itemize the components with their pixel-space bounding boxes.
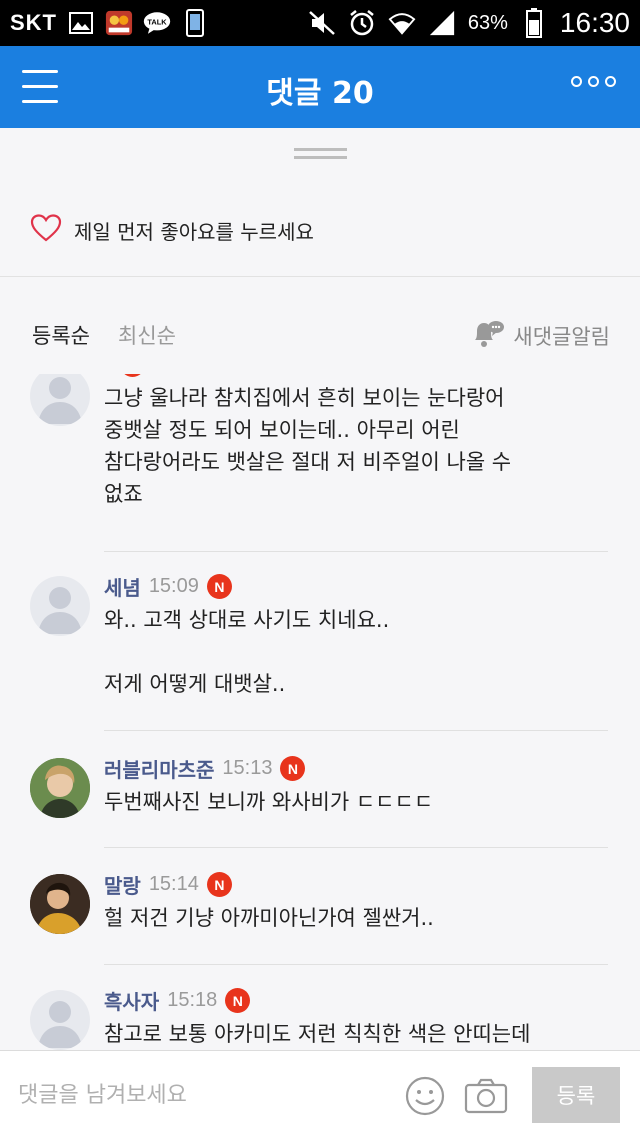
avatar[interactable]: [30, 874, 90, 934]
comment-meta: 세념 15:09 N: [104, 572, 232, 601]
clock: 16:30: [559, 7, 630, 38]
comment-time: 15:09: [148, 575, 199, 597]
heart-icon: [30, 214, 62, 246]
bell-chat-icon: [471, 318, 505, 353]
new-badge: N: [120, 374, 145, 377]
mute-icon: [308, 9, 336, 37]
divider: [0, 276, 640, 277]
svg-text:TALK: TALK: [147, 18, 167, 27]
emoji-icon[interactable]: [404, 1075, 446, 1121]
carrier-label: SKT: [10, 10, 57, 35]
comment-body: 참고로 보통 아카미도 저런 칙칙한 색은 안띠는데: [104, 1022, 531, 1046]
new-badge: N: [280, 756, 306, 781]
comment-author[interactable]: 세념: [104, 572, 141, 601]
comment-item[interactable]: 말랑 15:14 N 헐 저건 기냥 아까미아닌가여 젤싼거..: [0, 866, 640, 956]
comment-author[interactable]: 말랑: [104, 870, 141, 899]
wifi-icon: [388, 9, 416, 37]
sort-bar: 등록순 최신순 새댓글알림: [0, 310, 640, 360]
new-badge: N: [206, 872, 232, 897]
submit-button[interactable]: 등록: [532, 1067, 620, 1123]
battery-icon: [520, 8, 548, 38]
new-comment-alert-toggle[interactable]: 새댓글알림: [471, 318, 610, 353]
comment-item[interactable]: N 그냥 울나라 참치집에서 흔히 보이는 눈다랑어 중뱃살 정도 되어 보이는…: [0, 374, 640, 536]
comment-meta: 러블리마츠준 15:13 N: [104, 754, 306, 783]
comment-time: 15:14: [148, 873, 199, 895]
divider: [104, 847, 608, 848]
more-options-button[interactable]: [571, 76, 616, 87]
divider: [104, 964, 608, 965]
comment-author[interactable]: 러블리마츠준: [104, 754, 214, 783]
comment-meta: 말랑 15:14 N: [104, 870, 232, 899]
battery-percent: 63%: [467, 11, 508, 34]
status-bar: SKT TALK 63% 16:30: [0, 0, 640, 46]
sort-registered-tab[interactable]: 등록순: [32, 320, 90, 350]
image-icon: [67, 9, 95, 37]
more-dot-icon: [571, 76, 582, 87]
signal-icon: [428, 9, 456, 37]
drag-handle[interactable]: [294, 148, 347, 164]
camera-icon[interactable]: [464, 1077, 508, 1119]
comment-item[interactable]: 흑사자 15:18 N 참고로 보통 아카미도 저런 칙칙한 색은 안띠는데: [0, 982, 640, 1050]
page-title: 댓글 20: [266, 76, 374, 111]
comment-meta: 흑사자 15:18 N: [104, 986, 251, 1015]
avatar[interactable]: [30, 576, 90, 636]
comment-body: 헐 저건 기냥 아까미아닌가여 젤싼거..: [104, 906, 434, 930]
comment-time: 15:18: [167, 989, 218, 1011]
divider: [104, 551, 608, 552]
comment-meta: N: [104, 374, 145, 377]
comment-list: N 그냥 울나라 참치집에서 흔히 보이는 눈다랑어 중뱃살 정도 되어 보이는…: [0, 374, 640, 1050]
comment-body: 그냥 울나라 참치집에서 흔히 보이는 눈다랑어 중뱃살 정도 되어 보이는데.…: [104, 386, 512, 506]
comment-item[interactable]: 러블리마츠준 15:13 N 두번째사진 보니까 와사비가 ㄷㄷㄷㄷ: [0, 750, 640, 840]
new-comment-alert-label: 새댓글알림: [513, 324, 610, 349]
avatar[interactable]: [30, 374, 90, 426]
avatar[interactable]: [30, 990, 90, 1050]
app-bar: 댓글 20: [0, 46, 640, 128]
comment-item[interactable]: 세념 15:09 N 와.. 고객 상대로 사기도 치네요.. 저게 어떻게 대…: [0, 572, 640, 722]
avatar[interactable]: [30, 758, 90, 818]
new-badge: N: [206, 574, 232, 599]
new-badge: N: [225, 988, 251, 1013]
comment-body: 와.. 고객 상대로 사기도 치네요.. 저게 어떻게 대뱃살..: [104, 608, 390, 696]
comment-author[interactable]: 흑사자: [104, 986, 159, 1015]
like-prompt: 제일 먼저 좋아요를 누르세요: [74, 219, 314, 244]
talk-icon: TALK: [143, 9, 171, 37]
comment-time: 15:13: [222, 757, 273, 779]
game-app-icon: [105, 9, 133, 37]
sort-latest-tab[interactable]: 최신순: [118, 320, 176, 350]
divider: [104, 730, 608, 731]
more-dot-icon: [605, 76, 616, 87]
comment-compose-bar: 등록: [0, 1050, 640, 1138]
more-dot-icon: [588, 76, 599, 87]
phone-icon: [181, 9, 209, 37]
comment-input[interactable]: [18, 1071, 378, 1119]
alarm-icon: [348, 9, 376, 37]
comments-panel: 제일 먼저 좋아요를 누르세요 등록순 최신순 새댓글알림 N 그냥 울나라 참…: [0, 128, 640, 1050]
like-button[interactable]: 제일 먼저 좋아요를 누르세요: [30, 214, 314, 246]
comment-body: 두번째사진 보니까 와사비가 ㄷㄷㄷㄷ: [104, 790, 434, 814]
